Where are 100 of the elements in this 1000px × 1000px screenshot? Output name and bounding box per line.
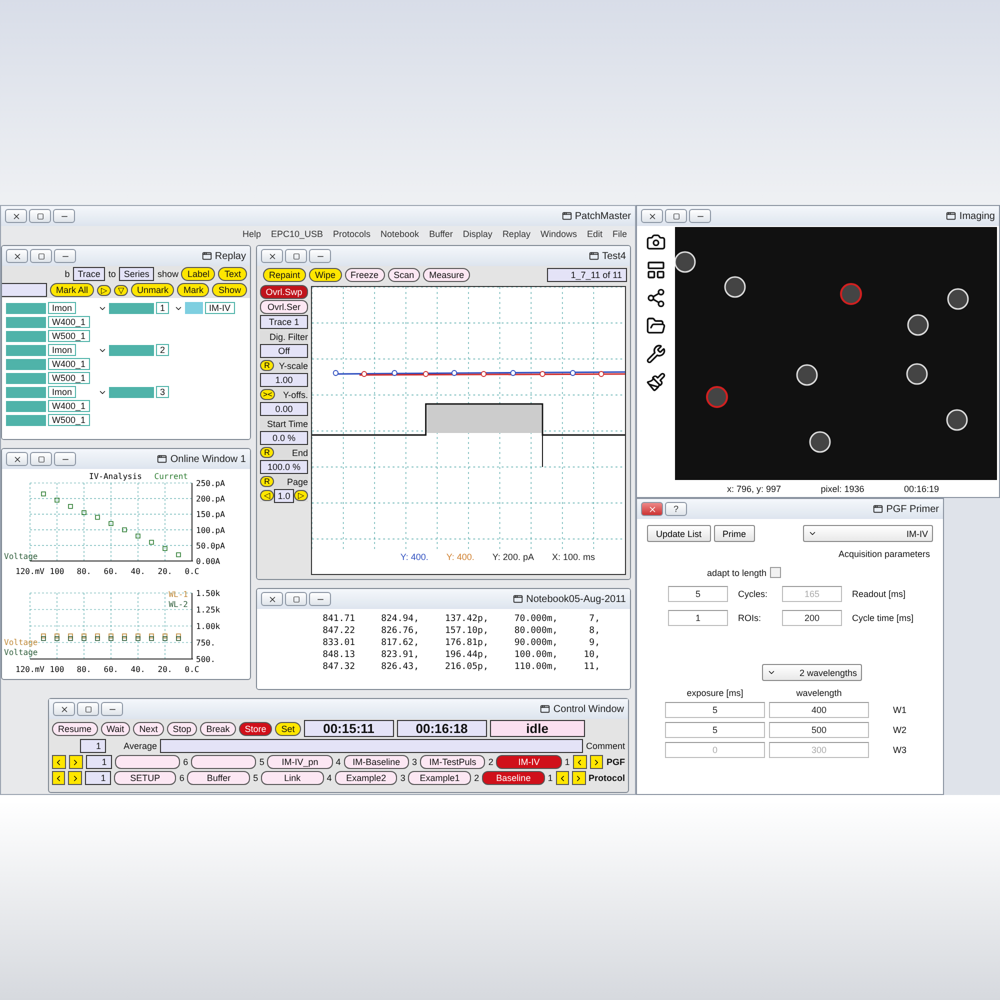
toolbar-button[interactable]: Freeze <box>344 268 385 282</box>
close-button[interactable] <box>6 249 28 263</box>
next-button[interactable] <box>572 771 586 785</box>
comment-field[interactable] <box>160 739 583 753</box>
menu-item[interactable]: Protocols <box>333 228 371 238</box>
toolbar-button[interactable]: Wipe <box>309 268 342 282</box>
minimize-button[interactable] <box>53 209 75 223</box>
toolbar-button[interactable]: Repaint <box>263 268 306 282</box>
close-button[interactable] <box>5 209 27 223</box>
series-node[interactable]: 3 <box>156 386 170 398</box>
sequence-slot[interactable]: IM-TestPuls <box>420 755 486 769</box>
prime-button[interactable]: Prime <box>714 525 756 542</box>
wavelengths-dropdown[interactable]: 2 wavelengths <box>762 664 862 681</box>
menu-item[interactable]: Display <box>462 228 492 238</box>
menu-item[interactable]: Edit <box>586 228 602 238</box>
sequence-slot[interactable]: Example2 <box>334 771 398 785</box>
minimize-button[interactable] <box>309 592 331 606</box>
sequence-slot[interactable]: IM-Baseline <box>344 755 410 769</box>
reset-button[interactable]: R <box>260 447 274 458</box>
close-button[interactable] <box>53 702 75 716</box>
wavelength-field[interactable]: 400 <box>769 702 869 718</box>
maximize-button[interactable] <box>30 249 52 263</box>
next-button[interactable] <box>68 771 82 785</box>
menu-item[interactable]: Notebook <box>380 228 420 238</box>
close-button[interactable] <box>261 249 283 263</box>
count-field[interactable]: 1 <box>86 755 112 769</box>
overlay-button[interactable]: Ovrl.Ser <box>260 300 308 314</box>
selector-field[interactable]: Trace <box>72 267 106 281</box>
sequence-dropdown[interactable]: IM-IV <box>803 525 933 542</box>
menu-item[interactable]: Buffer <box>429 228 453 238</box>
toolbar-button[interactable]: Measure <box>423 268 470 282</box>
empty-slot[interactable] <box>191 755 256 769</box>
wavelength-field[interactable]: 500 <box>769 722 869 738</box>
sequence-slot[interactable]: Baseline <box>482 771 545 785</box>
adapt-checkbox[interactable] <box>770 567 781 578</box>
maximize-button[interactable] <box>285 592 307 606</box>
trace-node[interactable]: Imon <box>48 386 76 398</box>
sequence-slot[interactable]: Buffer <box>187 771 250 785</box>
menu-item[interactable]: Help <box>242 228 261 238</box>
control-button[interactable]: Break <box>200 722 236 736</box>
maximize-button[interactable] <box>77 702 99 716</box>
value-field[interactable]: 0.00 <box>260 402 308 416</box>
toolbar-button[interactable]: Text <box>218 267 247 281</box>
prev-button[interactable] <box>52 771 66 785</box>
overlay-button[interactable]: Ovrl.Swp <box>260 285 308 299</box>
series-node[interactable]: 2 <box>156 344 170 356</box>
sequence-slot[interactable]: IM-IV <box>496 755 562 769</box>
minimize-button[interactable] <box>101 702 123 716</box>
prev-button[interactable] <box>556 771 570 785</box>
exposure-field[interactable]: 5 <box>665 722 765 738</box>
value-field[interactable]: Trace 1 <box>260 315 308 329</box>
toolbar-button[interactable]: Show <box>212 283 247 297</box>
next-button[interactable] <box>590 755 604 769</box>
sequence-slot[interactable]: SETUP <box>114 771 176 785</box>
arrow-button[interactable]: ▽ <box>114 284 128 296</box>
maximize-button[interactable] <box>29 209 51 223</box>
toolbar-button[interactable]: Mark <box>177 283 210 297</box>
toolbar-button[interactable]: Scan <box>388 268 420 282</box>
prev-button[interactable]: ◁ <box>260 490 274 501</box>
minimize-button[interactable] <box>54 249 76 263</box>
menu-item[interactable]: File <box>612 228 627 238</box>
menu-item[interactable]: EPC10_USB <box>270 228 323 238</box>
close-button[interactable] <box>6 452 28 466</box>
selector-field[interactable]: Series <box>118 267 154 281</box>
count-field[interactable]: 1 <box>84 771 111 785</box>
update-list-button[interactable]: Update List <box>647 525 711 542</box>
sequence-slot[interactable]: Link <box>261 771 324 785</box>
reset-button[interactable]: R <box>260 476 274 487</box>
reset-button[interactable]: >< <box>260 389 276 400</box>
average-field[interactable]: 1 <box>80 739 106 753</box>
maximize-button[interactable] <box>285 249 307 263</box>
control-button[interactable]: Resume <box>52 722 98 736</box>
next-button[interactable] <box>68 755 83 769</box>
param-field[interactable]: 200 <box>782 610 842 626</box>
minimize-button[interactable] <box>54 452 76 466</box>
trace-node[interactable]: Imon <box>48 344 76 356</box>
sequence-slot[interactable]: Example1 <box>408 771 472 785</box>
toolbar-button[interactable]: Label <box>181 267 216 281</box>
trace-node[interactable]: W500_1 <box>48 372 90 384</box>
param-field[interactable]: 1 <box>668 610 728 626</box>
sweep-field[interactable]: 1_7_11 of 11 <box>547 268 627 282</box>
maximize-button[interactable] <box>665 209 687 223</box>
next-button[interactable]: ▷ <box>294 490 308 501</box>
help-button[interactable]: ? <box>665 502 687 516</box>
prev-button[interactable] <box>52 755 66 769</box>
menu-item[interactable]: Replay <box>502 228 530 238</box>
trace-node[interactable]: W400_1 <box>48 358 90 370</box>
control-button[interactable]: Set <box>275 722 301 736</box>
control-button[interactable]: Wait <box>100 722 130 736</box>
series-node[interactable]: 1 <box>156 302 170 314</box>
trace-node[interactable]: W500_1 <box>48 330 90 342</box>
maximize-button[interactable] <box>30 452 52 466</box>
control-button[interactable]: Store <box>238 722 272 736</box>
value-field[interactable]: Off <box>260 344 308 358</box>
minimize-button[interactable] <box>309 249 331 263</box>
close-button[interactable] <box>641 209 663 223</box>
trace-node[interactable]: W400_1 <box>48 316 90 328</box>
trace-node[interactable]: W400_1 <box>48 400 90 412</box>
minimize-button[interactable] <box>689 209 711 223</box>
toolbar-button[interactable]: Mark All <box>50 283 94 297</box>
